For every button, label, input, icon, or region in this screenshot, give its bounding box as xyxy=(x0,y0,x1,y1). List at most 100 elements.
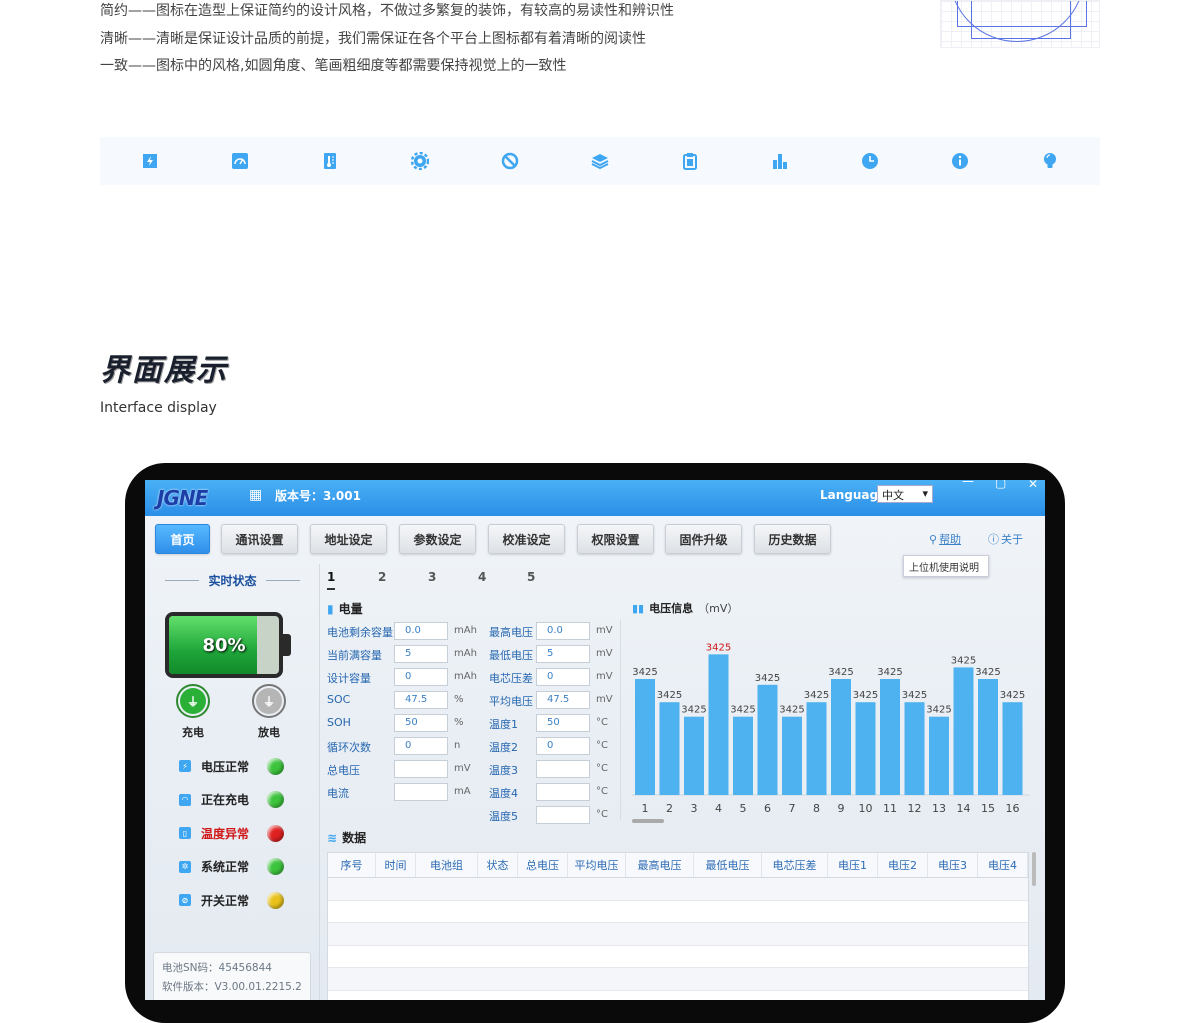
voltage-unit: （mV） xyxy=(698,602,739,615)
nav-comm-settings[interactable]: 通讯设置 xyxy=(221,524,298,554)
voltage-bar xyxy=(659,702,680,795)
field-input[interactable]: 0 xyxy=(536,668,590,686)
field-unit: mAh xyxy=(454,648,477,659)
bar-value-label: 3425 xyxy=(828,667,853,678)
icon-showcase xyxy=(100,137,1100,185)
clipboard-icon xyxy=(681,152,699,170)
minimize-icon[interactable]: — xyxy=(962,480,974,488)
charge-icon[interactable]: ⏚ xyxy=(176,684,210,718)
intro-line: 清晰——清晰是保证设计品质的前提，我们需保证在各个平台上图标都有着清晰的阅读性 xyxy=(100,30,646,47)
data-title-text: 数据 xyxy=(342,831,367,845)
column-header[interactable]: 最高电压 xyxy=(626,853,694,877)
table-row[interactable] xyxy=(328,878,1028,901)
field-input[interactable]: 0.0 xyxy=(536,622,590,640)
table-row[interactable] xyxy=(328,901,1028,923)
field-unit: °C xyxy=(596,809,608,820)
field-input[interactable]: 50 xyxy=(394,714,448,732)
table-scrollbar[interactable] xyxy=(1032,852,1036,886)
x-tick-label: 2 xyxy=(666,802,673,815)
voltage-bar xyxy=(733,716,753,795)
table-row[interactable] xyxy=(328,946,1028,968)
nav-firmware[interactable]: 固件升级 xyxy=(665,524,742,554)
bar-value-label: 3425 xyxy=(975,667,1000,678)
field-input[interactable] xyxy=(536,760,590,778)
x-tick-label: 16 xyxy=(1006,802,1020,815)
help-link[interactable]: ⚲ 帮助 xyxy=(929,531,961,547)
field-input[interactable]: 0.0 xyxy=(394,622,448,640)
column-header[interactable]: 电池组 xyxy=(416,853,478,877)
field-label: 温度1 xyxy=(489,718,518,731)
field-label: SOH xyxy=(327,716,351,729)
realtime-status-title: 实时状态 xyxy=(145,572,320,589)
qr-code-icon[interactable]: ▦ xyxy=(249,487,262,503)
column-header[interactable]: 电压4 xyxy=(978,853,1028,877)
chart-scrollbar[interactable] xyxy=(632,819,664,823)
language-value: 中文 xyxy=(882,489,904,502)
voltage-bar xyxy=(757,684,778,795)
column-header[interactable]: 状态 xyxy=(478,853,518,877)
column-header[interactable]: 平均电压 xyxy=(568,853,626,877)
column-header[interactable]: 电压1 xyxy=(828,853,878,877)
table-row[interactable] xyxy=(328,991,1028,1001)
column-header[interactable]: 电压3 xyxy=(928,853,978,877)
voltage-bar xyxy=(880,679,900,795)
nav-address-settings[interactable]: 地址设定 xyxy=(310,524,387,554)
version-label: 版本号：3.001 xyxy=(275,489,361,503)
status-indicator xyxy=(267,757,284,775)
column-header[interactable]: 最低电压 xyxy=(694,853,762,877)
tab-3[interactable]: 3 xyxy=(428,570,436,584)
column-header[interactable]: 总电压 xyxy=(518,853,568,877)
x-tick-label: 7 xyxy=(789,802,796,815)
field-input[interactable] xyxy=(536,806,590,824)
field-input[interactable]: 5 xyxy=(394,645,448,663)
realtime-status-panel: 实时状态 80% ⏚ 充电 ⏚ 放电 ⚡ 电压正常 ◠ 正在充电 ▯ 温度异常 ✲ 系统正常 ⊘… xyxy=(145,564,320,1000)
battery-bolt-icon xyxy=(141,152,159,170)
about-link[interactable]: ⓘ 关于 xyxy=(988,531,1023,547)
bar-value-label: 3425 xyxy=(755,673,780,684)
status-item: ⊘ 开关正常 xyxy=(179,890,299,910)
discharge-icon[interactable]: ⏚ xyxy=(252,684,286,718)
ban-icon xyxy=(501,152,519,170)
table-row[interactable] xyxy=(328,923,1028,946)
field-input[interactable]: 0 xyxy=(536,737,590,755)
nav-param-settings[interactable]: 参数设定 xyxy=(399,524,476,554)
nav-calibration[interactable]: 校准设定 xyxy=(488,524,565,554)
status-indicator xyxy=(267,791,284,808)
voltage-bar xyxy=(855,702,876,795)
bar-value-label: 3425 xyxy=(951,655,976,666)
bar-value-label: 3425 xyxy=(877,667,902,678)
maximize-icon[interactable]: ▢ xyxy=(995,480,1006,490)
field-input[interactable]: 5 xyxy=(536,645,590,663)
voltage-bar xyxy=(806,702,827,795)
gear-icon xyxy=(411,152,429,170)
discharge-label: 放电 xyxy=(258,726,280,739)
close-icon[interactable]: ✕ xyxy=(1028,480,1038,491)
field-input[interactable]: 50 xyxy=(536,714,590,732)
tab-4[interactable]: 4 xyxy=(478,570,486,584)
field-input[interactable]: 47.5 xyxy=(394,691,448,709)
voltage-bar xyxy=(904,702,925,795)
column-header[interactable]: 电芯压差 xyxy=(762,853,828,877)
column-header[interactable]: 序号 xyxy=(328,853,376,877)
column-header[interactable]: 时间 xyxy=(376,853,416,877)
tab-5[interactable]: 5 xyxy=(527,570,535,584)
field-input[interactable] xyxy=(394,783,448,801)
field-input[interactable]: 0 xyxy=(394,668,448,686)
bar-value-label: 3425 xyxy=(681,705,706,716)
language-select[interactable]: 中文 ▾ xyxy=(877,485,933,503)
field-input[interactable] xyxy=(394,760,448,778)
clock-icon xyxy=(861,152,879,170)
battery-bolt-icon: ⚡ xyxy=(179,760,191,772)
field-input[interactable]: 47.5 xyxy=(536,691,590,709)
field-input[interactable] xyxy=(536,783,590,801)
tab-1[interactable]: 1 xyxy=(327,570,336,590)
tab-2[interactable]: 2 xyxy=(378,570,386,584)
nav-history[interactable]: 历史数据 xyxy=(754,524,831,554)
nav-home[interactable]: 首页 xyxy=(155,524,210,554)
field-unit: n xyxy=(454,740,461,751)
table-row[interactable] xyxy=(328,968,1028,991)
field-input[interactable]: 0 xyxy=(394,737,448,755)
column-header[interactable]: 电压2 xyxy=(878,853,928,877)
nav-permissions[interactable]: 权限设置 xyxy=(577,524,654,554)
layers-icon xyxy=(591,152,609,170)
